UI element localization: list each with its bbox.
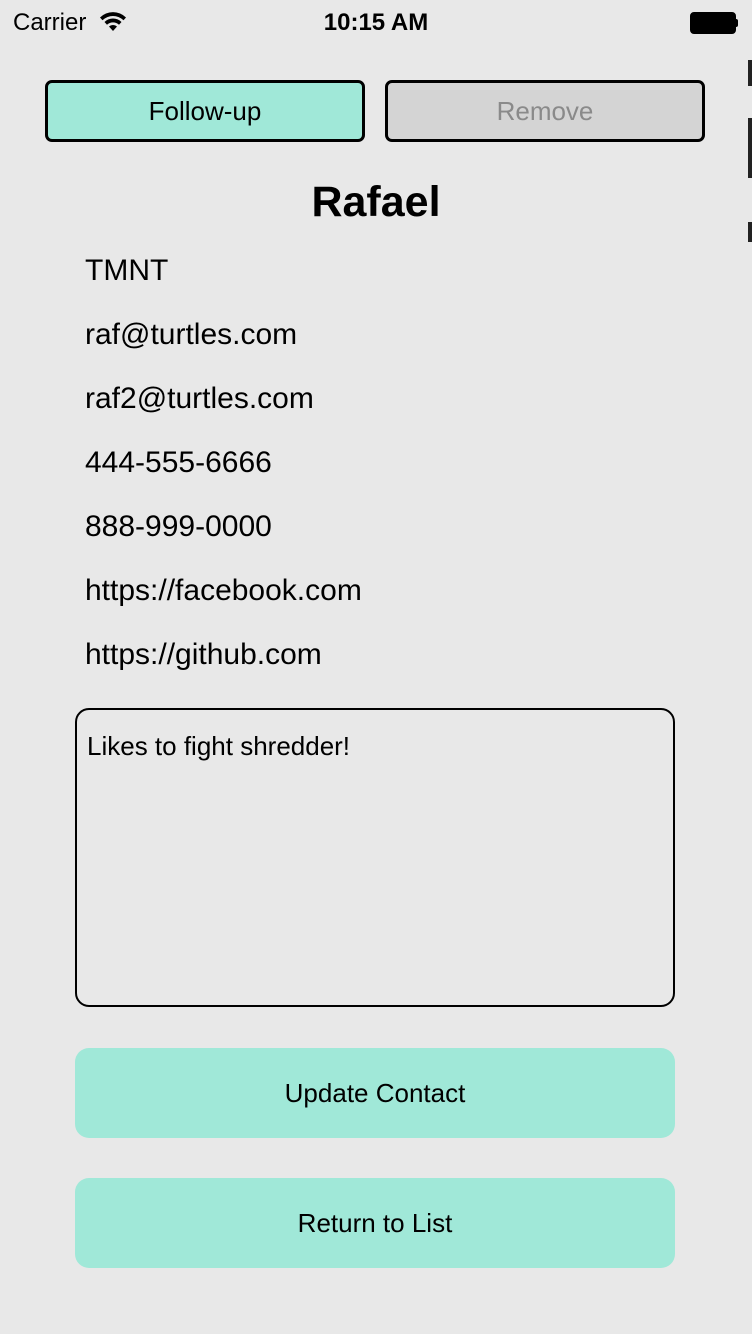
follow-up-button[interactable]: Follow-up xyxy=(45,80,365,142)
status-time: 10:15 AM xyxy=(323,9,429,36)
battery-icon xyxy=(690,12,738,34)
url-field-github: https://github.com xyxy=(85,638,322,671)
phone-field-secondary: 888-999-0000 xyxy=(85,510,272,543)
edge-divider xyxy=(748,222,752,242)
edge-divider xyxy=(748,60,752,86)
notes-text: Likes to fight shredder! xyxy=(87,731,351,761)
update-contact-button[interactable]: Update Contact xyxy=(75,1048,675,1138)
url-field-facebook: https://facebook.com xyxy=(85,574,362,607)
contact-name: Rafael xyxy=(311,178,441,226)
remove-button[interactable]: Remove xyxy=(385,80,705,142)
return-to-list-button[interactable]: Return to List xyxy=(75,1178,675,1268)
email-field-primary: raf@turtles.com xyxy=(85,318,298,351)
status-bar: Carrier 10:15 AM xyxy=(0,0,752,44)
phone-field-primary: 444-555-6666 xyxy=(85,446,272,479)
notes-textarea[interactable]: Likes to fight shredder! xyxy=(75,708,675,1007)
email-field-secondary: raf2@turtles.com xyxy=(85,382,314,415)
company-field: TMNT xyxy=(85,254,169,287)
edge-divider xyxy=(748,118,752,178)
